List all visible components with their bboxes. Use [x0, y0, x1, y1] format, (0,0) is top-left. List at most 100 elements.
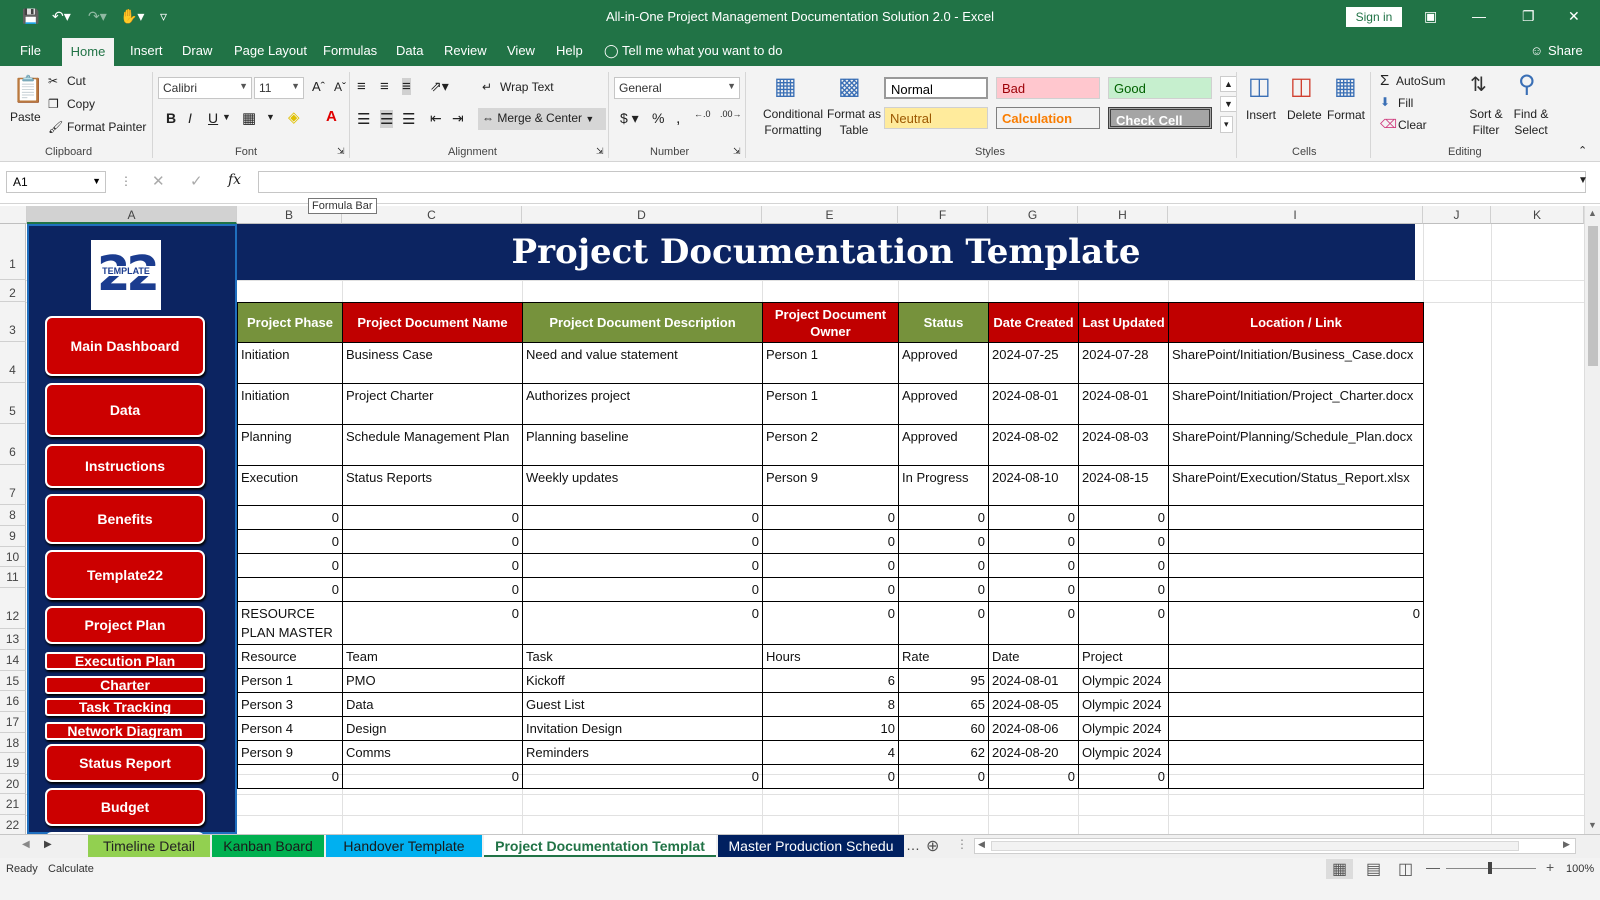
autosum-button[interactable]: AutoSum — [1396, 74, 1445, 88]
tab-review[interactable]: Review — [444, 43, 487, 58]
row-header[interactable]: 4 — [0, 342, 26, 383]
zoom-out-icon[interactable]: — — [1426, 859, 1440, 875]
nav-execution-plan-button[interactable]: Execution Plan — [45, 652, 205, 670]
nav-benefits-button[interactable]: Benefits — [45, 494, 205, 544]
table-cell[interactable]: 2024-08-03 — [1078, 424, 1169, 466]
table-cell[interactable]: Hours — [762, 644, 899, 669]
row-header[interactable]: 21 — [0, 794, 26, 815]
table-cell[interactable]: Need and value statement — [522, 342, 763, 384]
table-header-cell[interactable]: Project Document Owner — [762, 302, 899, 343]
table-cell[interactable]: 0 — [988, 764, 1079, 789]
zoom-level[interactable]: 100% — [1566, 863, 1594, 875]
underline-icon[interactable]: U — [208, 110, 218, 126]
table-cell[interactable]: Planning baseline — [522, 424, 763, 466]
table-cell[interactable]: 10 — [762, 716, 899, 741]
chevron-down-icon[interactable]: ▼ — [222, 112, 231, 122]
column-header[interactable]: F — [898, 206, 988, 224]
table-header-cell[interactable]: Status — [898, 302, 989, 343]
number-format-select[interactable]: General ▼ — [614, 77, 740, 99]
align-middle-icon[interactable]: ≡ — [380, 78, 389, 95]
share-button[interactable]: Share — [1548, 43, 1583, 58]
row-header[interactable]: 22 — [0, 815, 26, 834]
table-cell[interactable] — [1168, 553, 1424, 578]
tab-draw[interactable]: Draw — [182, 43, 212, 58]
delete-cells-button[interactable]: Delete — [1287, 108, 1322, 122]
table-cell[interactable]: 0 — [898, 764, 989, 789]
format-cells-icon[interactable]: ▦ — [1334, 72, 1357, 101]
conditional-formatting-icon[interactable]: ▦ — [774, 72, 797, 101]
decrease-decimal-icon[interactable]: .00→ — [720, 109, 742, 119]
copy-icon[interactable]: ❐ — [48, 97, 59, 111]
insert-function-icon[interactable]: fx — [228, 172, 241, 188]
table-cell[interactable]: 2024-07-28 — [1078, 342, 1169, 384]
table-cell[interactable]: 0 — [988, 505, 1079, 530]
table-header-cell[interactable]: Last Updated — [1078, 302, 1169, 343]
table-cell[interactable]: Design — [342, 716, 523, 741]
nav-budget-button[interactable]: Budget — [45, 788, 205, 826]
table-cell[interactable] — [1168, 692, 1424, 717]
table-cell[interactable]: 0 — [762, 577, 899, 602]
table-cell[interactable]: Person 2 — [762, 424, 899, 466]
dialog-launcher-icon[interactable]: ⇲ — [733, 146, 741, 157]
table-cell[interactable]: 0 — [988, 601, 1079, 645]
table-cell[interactable]: Team — [342, 644, 523, 669]
table-header-cell[interactable]: Project Document Description — [522, 302, 763, 343]
enter-icon[interactable]: ✓ — [190, 172, 203, 190]
scroll-down-icon[interactable]: ▼ — [1588, 820, 1597, 830]
font-color-icon[interactable]: A — [326, 108, 337, 125]
row-header[interactable]: 7 — [0, 465, 26, 505]
splitter-icon[interactable]: ⋮ — [956, 837, 968, 851]
format-painter-icon[interactable]: 🖌 — [48, 120, 63, 134]
insert-cells-button[interactable]: Insert — [1246, 108, 1276, 122]
table-cell[interactable]: 95 — [898, 668, 989, 693]
table-cell[interactable]: 0 — [522, 577, 763, 602]
table-cell[interactable]: Person 1 — [762, 342, 899, 384]
row-header[interactable]: 11 — [0, 567, 26, 588]
tab-help[interactable]: Help — [556, 43, 583, 58]
table-cell[interactable]: 0 — [522, 553, 763, 578]
chevron-down-icon[interactable]: ▼ — [266, 112, 275, 122]
format-as-table-icon[interactable]: ▩ — [838, 72, 861, 101]
table-cell[interactable]: 6 — [762, 668, 899, 693]
italic-icon[interactable]: I — [188, 110, 192, 126]
tell-me-search[interactable]: Tell me what you want to do — [622, 43, 782, 58]
table-header-cell[interactable]: Date Created — [988, 302, 1079, 343]
table-cell[interactable]: Business Case — [342, 342, 523, 384]
style-good[interactable]: Good — [1108, 77, 1212, 99]
wrap-text-button[interactable]: Wrap Text — [500, 80, 554, 94]
row-header[interactable]: 18 — [0, 733, 26, 753]
table-cell[interactable]: 0 — [762, 505, 899, 530]
table-cell[interactable]: 0 — [342, 505, 523, 530]
cut-icon[interactable]: ✂ — [48, 74, 58, 88]
clear-button[interactable]: Clear — [1398, 118, 1427, 132]
restore-icon[interactable]: ❐ — [1522, 8, 1535, 25]
table-cell[interactable] — [1168, 668, 1424, 693]
table-cell[interactable]: Schedule Management Plan — [342, 424, 523, 466]
row-header[interactable]: 20 — [0, 774, 26, 794]
tab-file[interactable]: File — [20, 43, 41, 58]
row-header[interactable]: 2 — [0, 280, 26, 302]
insert-cells-icon[interactable]: ◫ — [1248, 72, 1271, 101]
format-painter-button[interactable]: Format Painter — [67, 120, 146, 134]
styles-scroll-down-icon[interactable]: ▼ — [1220, 96, 1237, 112]
tab-page-layout[interactable]: Page Layout — [234, 43, 307, 58]
row-header[interactable]: 14 — [0, 650, 26, 671]
table-cell[interactable]: Execution — [237, 465, 343, 506]
table-cell[interactable]: Task — [522, 644, 763, 669]
table-cell[interactable]: 0 — [988, 553, 1079, 578]
table-cell[interactable]: Reminders — [522, 740, 763, 765]
new-sheet-icon[interactable]: ⊕ — [926, 836, 939, 856]
table-cell[interactable]: 0 — [988, 577, 1079, 602]
table-cell[interactable]: Resource — [237, 644, 343, 669]
table-cell[interactable]: 65 — [898, 692, 989, 717]
row-header[interactable]: 12 — [0, 588, 26, 629]
table-cell[interactable]: Date — [988, 644, 1079, 669]
scroll-right-icon[interactable]: ▶ — [1563, 839, 1570, 850]
table-cell[interactable]: 0 — [762, 601, 899, 645]
table-cell[interactable]: 0 — [342, 529, 523, 554]
table-cell[interactable]: Person 9 — [762, 465, 899, 506]
table-cell[interactable]: Weekly updates — [522, 465, 763, 506]
table-cell[interactable]: 2024-08-01 — [988, 668, 1079, 693]
table-cell[interactable]: 0 — [522, 505, 763, 530]
table-cell[interactable] — [1168, 577, 1424, 602]
